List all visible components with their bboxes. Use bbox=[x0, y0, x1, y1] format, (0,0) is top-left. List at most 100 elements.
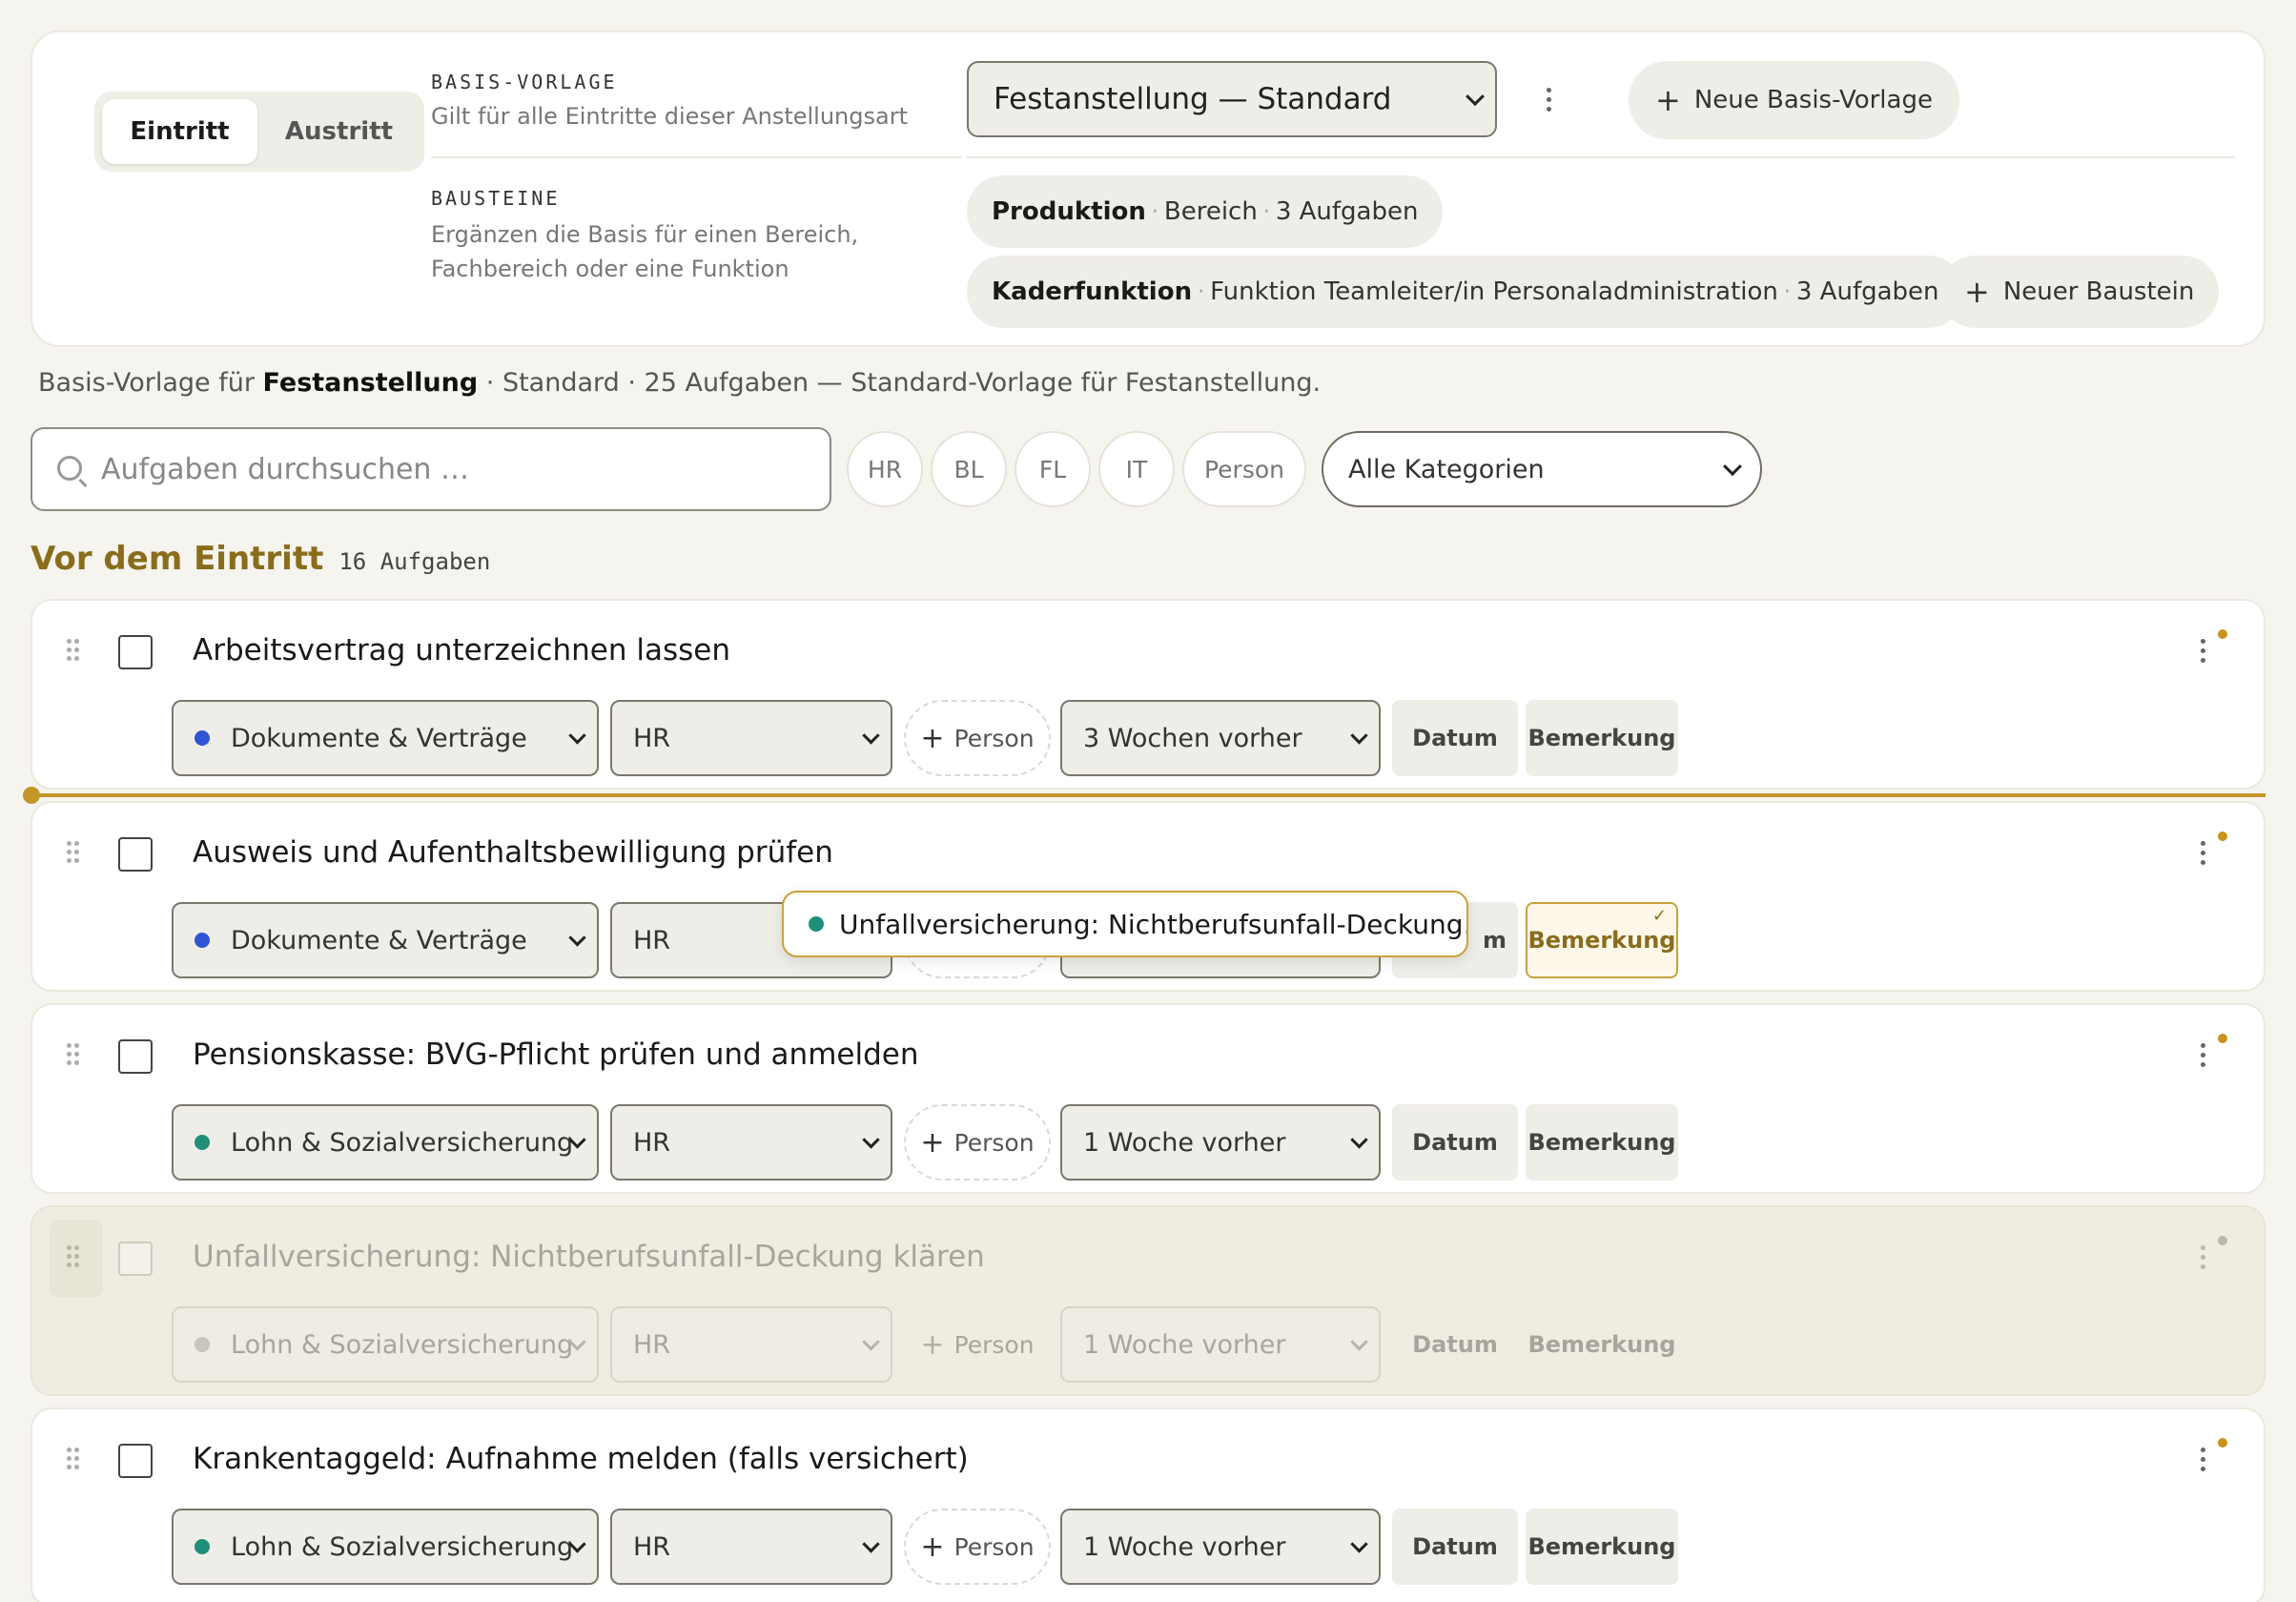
category-filter-select[interactable]: Alle Kategorien bbox=[1322, 431, 1762, 507]
category-filter-value: Alle Kategorien bbox=[1348, 454, 1545, 484]
role-value: HR bbox=[633, 1127, 671, 1158]
add-person-button[interactable]: + Person bbox=[904, 700, 1051, 776]
task-card-dragging: Unfallversicherung: Nichtberufsunfall-De… bbox=[31, 1205, 2265, 1396]
add-person-button[interactable]: + Person bbox=[904, 1104, 1051, 1181]
chevron-down-icon bbox=[1350, 1333, 1368, 1351]
drag-preview-label: Unfallversicherung: Nichtberufsunfall-De… bbox=[839, 908, 1468, 940]
task-more-icon[interactable] bbox=[2193, 1043, 2212, 1067]
check-icon: ✓ bbox=[1651, 906, 1667, 926]
drag-handle-icon[interactable] bbox=[67, 1245, 80, 1268]
task-checkbox[interactable] bbox=[118, 1039, 153, 1074]
new-building-block-button[interactable]: + Neuer Baustein bbox=[1939, 256, 2220, 328]
timing-value: 1 Woche vorher bbox=[1083, 1531, 1286, 1562]
drop-indicator-line bbox=[38, 793, 2265, 797]
task-more-icon[interactable] bbox=[2193, 841, 2212, 865]
drop-indicator-dot bbox=[23, 787, 40, 804]
plus-icon: + bbox=[920, 1125, 945, 1160]
building-blocks-description-line1: Ergänzen die Basis für einen Bereich, bbox=[431, 221, 859, 248]
category-select[interactable]: Lohn & Sozialversicherung bbox=[172, 1509, 599, 1585]
timing-value: 1 Woche vorher bbox=[1083, 1127, 1286, 1158]
date-button[interactable]: Datum bbox=[1392, 1509, 1518, 1585]
summary-prefix: Basis-Vorlage für bbox=[38, 368, 263, 398]
task-title: Pensionskasse: BVG-Pflicht prüfen und an… bbox=[193, 1037, 919, 1072]
task-more-icon[interactable] bbox=[2193, 1448, 2212, 1471]
new-base-template-label: Neue Basis-Vorlage bbox=[1693, 86, 1933, 114]
role-select[interactable]: HR bbox=[610, 1509, 892, 1585]
plus-icon: + bbox=[1964, 274, 1990, 310]
timing-value: 1 Woche vorher bbox=[1083, 1329, 1286, 1360]
building-block-chip-production[interactable]: Produktion · Bereich · 3 Aufgaben bbox=[967, 175, 1444, 248]
drag-handle-icon[interactable] bbox=[67, 639, 80, 662]
building-block-type: Bereich bbox=[1163, 197, 1258, 226]
group-count: 16 Aufgaben bbox=[338, 548, 491, 575]
building-block-count: 3 Aufgaben bbox=[1275, 197, 1419, 226]
base-template-select-value: Festanstellung — Standard bbox=[994, 82, 1392, 116]
category-color-dot bbox=[195, 1337, 210, 1352]
role-select[interactable]: HR bbox=[610, 1306, 892, 1383]
category-value: Lohn & Sozialversicherung bbox=[231, 1127, 574, 1158]
timing-select[interactable]: 1 Woche vorher bbox=[1060, 1306, 1381, 1383]
building-block-count: 3 Aufgaben bbox=[1795, 277, 1939, 306]
chevron-down-icon bbox=[862, 1131, 880, 1149]
category-select[interactable]: Lohn & Sozialversicherung bbox=[172, 1306, 599, 1383]
filter-chip-bl[interactable]: BL bbox=[931, 431, 1007, 507]
date-button[interactable]: Datum bbox=[1392, 1104, 1518, 1181]
task-checkbox[interactable] bbox=[118, 1242, 153, 1276]
task-title: Ausweis und Aufenthaltsbewilligung prüfe… bbox=[193, 835, 833, 870]
tab-exit[interactable]: Austritt bbox=[261, 99, 417, 164]
new-building-block-label: Neuer Baustein bbox=[2002, 277, 2195, 306]
base-template-more-icon[interactable] bbox=[1539, 88, 1558, 112]
task-search-input[interactable]: Aufgaben durchsuchen … bbox=[31, 427, 831, 511]
summary-rest: · Standard · 25 Aufgaben — Standard-Vorl… bbox=[478, 368, 1322, 398]
template-summary: Basis-Vorlage für Festanstellung · Stand… bbox=[38, 368, 1321, 398]
role-select[interactable]: HR bbox=[610, 1104, 892, 1181]
building-block-name: Kaderfunktion bbox=[992, 277, 1193, 306]
building-block-chip-management[interactable]: Kaderfunktion · Funktion Teamleiter/in P… bbox=[967, 256, 1964, 328]
timing-select[interactable]: 1 Woche vorher bbox=[1060, 1509, 1381, 1585]
task-checkbox[interactable] bbox=[118, 837, 153, 872]
search-icon bbox=[57, 456, 82, 481]
chevron-down-icon bbox=[1350, 1535, 1368, 1553]
task-more-icon[interactable] bbox=[2193, 1245, 2212, 1269]
filter-chip-it[interactable]: IT bbox=[1098, 431, 1175, 507]
filter-chip-hr[interactable]: HR bbox=[847, 431, 923, 507]
remark-button[interactable]: Bemerkung bbox=[1526, 1104, 1678, 1181]
task-more-icon[interactable] bbox=[2193, 639, 2212, 663]
drag-handle-icon[interactable] bbox=[67, 841, 80, 864]
remark-button[interactable]: Bemerkung bbox=[1526, 1306, 1678, 1383]
search-placeholder: Aufgaben durchsuchen … bbox=[101, 452, 469, 486]
timing-select[interactable]: 3 Wochen vorher bbox=[1060, 700, 1381, 776]
divider bbox=[431, 156, 961, 158]
category-color-dot bbox=[195, 730, 210, 746]
category-select[interactable]: Dokumente & Verträge bbox=[172, 700, 599, 776]
remark-button[interactable]: Bemerkung bbox=[1526, 1509, 1678, 1585]
category-value: Lohn & Sozialversicherung bbox=[231, 1329, 574, 1360]
role-select[interactable]: HR bbox=[610, 700, 892, 776]
base-template-select[interactable]: Festanstellung — Standard bbox=[967, 61, 1497, 137]
task-checkbox[interactable] bbox=[118, 635, 153, 669]
add-person-button[interactable]: + Person bbox=[904, 1306, 1051, 1383]
filter-chip-person[interactable]: Person bbox=[1182, 431, 1306, 507]
date-button[interactable]: Datum bbox=[1392, 700, 1518, 776]
timing-select[interactable]: 1 Woche vorher bbox=[1060, 1104, 1381, 1181]
drag-handle-icon[interactable] bbox=[67, 1043, 80, 1066]
remark-button-active[interactable]: Bemerkung ✓ bbox=[1526, 902, 1678, 978]
category-select[interactable]: Lohn & Sozialversicherung bbox=[172, 1104, 599, 1181]
category-select[interactable]: Dokumente & Verträge bbox=[172, 902, 599, 978]
building-blocks-description-line2: Fachbereich oder eine Funktion bbox=[431, 256, 789, 282]
new-base-template-button[interactable]: + Neue Basis-Vorlage bbox=[1629, 61, 1959, 139]
add-person-button[interactable]: + Person bbox=[904, 1509, 1051, 1585]
chevron-down-icon bbox=[862, 727, 880, 745]
base-template-description: Gilt für alle Eintritte dieser Anstellun… bbox=[431, 103, 908, 130]
person-label: Person bbox=[953, 1532, 1035, 1561]
filter-chip-fl[interactable]: FL bbox=[1015, 431, 1091, 507]
drag-handle-icon[interactable] bbox=[67, 1448, 80, 1470]
date-button[interactable]: Datum bbox=[1392, 1306, 1518, 1383]
remark-button[interactable]: Bemerkung bbox=[1526, 700, 1678, 776]
task-checkbox[interactable] bbox=[118, 1444, 153, 1478]
task-title: Arbeitsvertrag unterzeichnen lassen bbox=[193, 633, 730, 668]
task-card: Arbeitsvertrag unterzeichnen lassen Doku… bbox=[31, 599, 2265, 790]
task-card: Krankentaggeld: Aufnahme melden (falls v… bbox=[31, 1407, 2265, 1602]
person-label: Person bbox=[953, 1330, 1035, 1359]
tab-entry[interactable]: Eintritt bbox=[102, 99, 257, 164]
